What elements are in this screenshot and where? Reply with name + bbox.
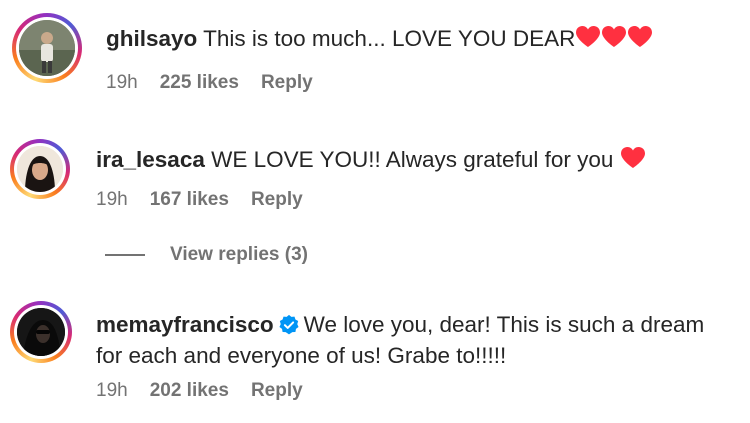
username[interactable]: memayfrancisco — [96, 312, 274, 337]
comment-text-line1: We love you, dear! This is such a dream — [303, 312, 705, 337]
divider — [105, 254, 145, 256]
view-replies-label: View replies (3) — [170, 244, 308, 265]
likes-count[interactable]: 225 likes — [160, 72, 239, 94]
comment-memayfrancisco: memayfrancisco We love you, dear! This is… — [0, 290, 750, 423]
timestamp: 19h — [106, 72, 138, 93]
avatar[interactable] — [10, 139, 70, 199]
username[interactable]: ghilsayo — [106, 26, 197, 51]
heart-emoji — [620, 147, 646, 172]
comment-ghilsayo: ghilsayo This is too much... LOVE YOU DE… — [0, 0, 750, 110]
timestamp: 19h — [96, 189, 128, 210]
reply-button[interactable]: Reply — [261, 72, 313, 94]
view-replies-button[interactable]: View replies (3) — [105, 244, 308, 266]
username[interactable]: ira_lesaca — [96, 147, 205, 172]
likes-count[interactable]: 167 likes — [150, 189, 229, 211]
reply-button[interactable]: Reply — [251, 380, 303, 402]
comment-text: WE LOVE YOU!! Always grateful for you — [211, 147, 614, 172]
heart-emoji — [575, 26, 653, 51]
likes-count[interactable]: 202 likes — [150, 380, 229, 402]
avatar[interactable] — [10, 301, 72, 363]
comment-text: This is too much... LOVE YOU DEAR — [203, 26, 576, 51]
reply-button[interactable]: Reply — [251, 189, 303, 211]
comment-text-line2: for each and everyone of us! Grabe to!!!… — [96, 343, 507, 368]
timestamp: 19h — [96, 380, 128, 401]
avatar[interactable] — [12, 13, 82, 83]
comment-ira-lesaca: ira_lesaca WE LOVE YOU!! Always grateful… — [0, 110, 750, 230]
